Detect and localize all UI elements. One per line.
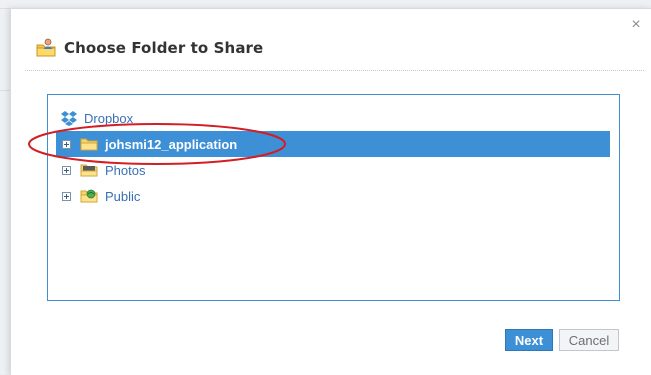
tree-item-public[interactable]: Public xyxy=(56,183,610,209)
tree-item-label: Public xyxy=(105,188,141,204)
tree-item-label: Photos xyxy=(105,162,146,178)
folder-icon xyxy=(80,138,98,151)
header-divider xyxy=(25,70,644,71)
expand-icon[interactable] xyxy=(62,165,71,175)
dialog-header: Choose Folder to Share xyxy=(36,35,263,61)
backdrop-divider xyxy=(0,8,10,9)
tree-item-photos[interactable]: Photos xyxy=(56,157,610,183)
tree-root-label: Dropbox xyxy=(84,110,134,126)
next-button[interactable]: Next xyxy=(505,329,553,351)
backdrop-divider xyxy=(0,90,10,91)
share-folder-icon xyxy=(36,38,56,57)
folder-tree: Dropbox johsmi12_application Photos Publ… xyxy=(47,94,620,301)
cancel-button[interactable]: Cancel xyxy=(559,329,619,351)
public-folder-icon xyxy=(80,189,98,203)
expand-icon[interactable] xyxy=(62,191,71,201)
close-button[interactable]: × xyxy=(628,17,644,33)
tree-item-johsmi12-application[interactable]: johsmi12_application xyxy=(56,131,610,157)
share-folder-dialog: × Choose Folder to Share Dropbox johsmi1… xyxy=(10,8,651,375)
dialog-title: Choose Folder to Share xyxy=(64,39,264,57)
expand-icon[interactable] xyxy=(62,139,71,149)
tree-item-label: johsmi12_application xyxy=(105,136,238,152)
photos-folder-icon xyxy=(80,164,98,177)
dropbox-icon xyxy=(61,111,77,126)
tree-root-dropbox[interactable]: Dropbox xyxy=(60,109,133,127)
close-icon: × xyxy=(631,16,641,33)
